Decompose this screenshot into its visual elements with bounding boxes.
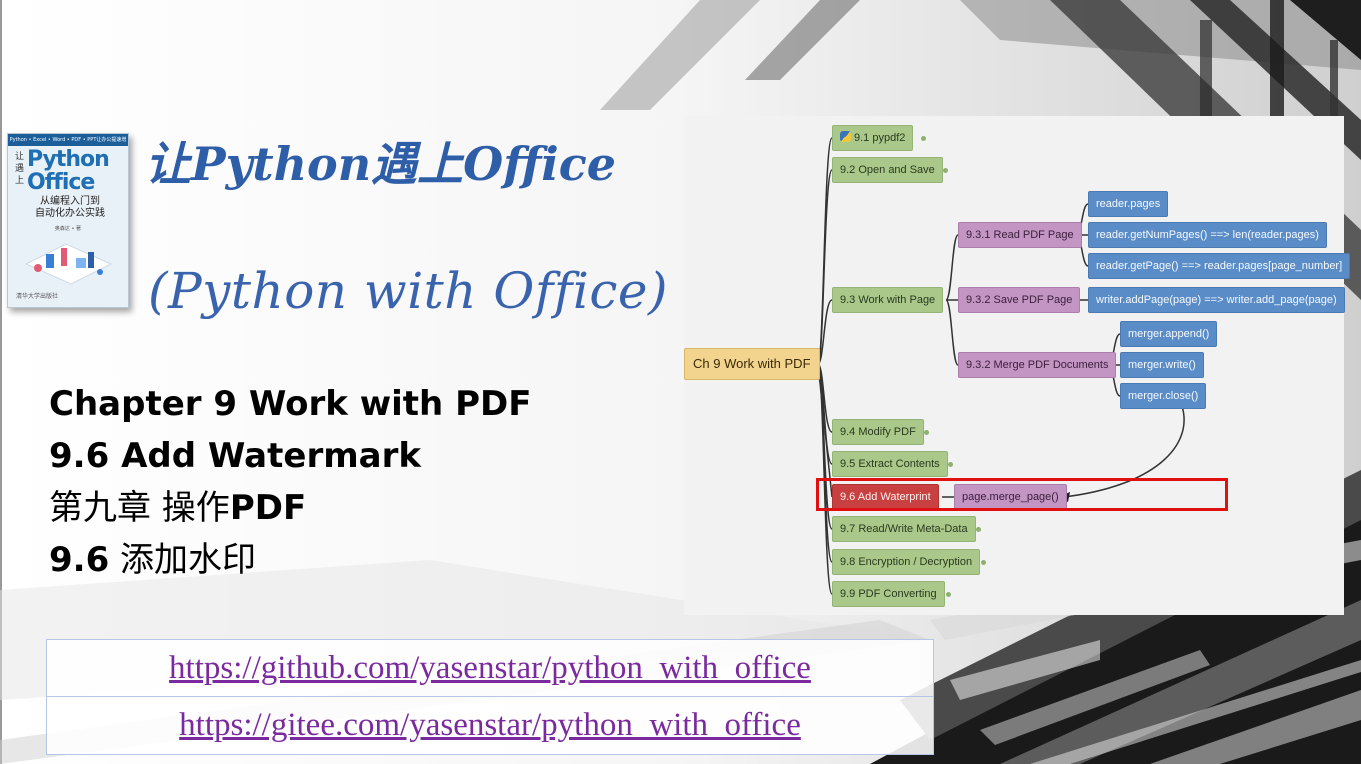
book-publisher: 清华大学出版社 bbox=[16, 293, 59, 300]
mindmap-node-9-8[interactable]: 9.8 Encryption / Decryption bbox=[832, 549, 981, 575]
mindmap-node-9-7[interactable]: 9.7 Read/Write Meta-Data bbox=[832, 516, 976, 542]
chapter-line-4: 9.6 添加水印 bbox=[49, 540, 531, 592]
mindmap-leaf-merger-append[interactable]: merger.append() bbox=[1120, 321, 1218, 347]
book-subtitle: 从编程入门到 自动化办公实践 bbox=[20, 196, 120, 220]
mindmap-node-9-4[interactable]: 9.4 Modify PDF bbox=[832, 419, 924, 445]
mindmap-node-9-3-2-save[interactable]: 9.3.2 Save PDF Page bbox=[958, 287, 1081, 313]
mindmap-node-9-9[interactable]: 9.9 PDF Converting bbox=[832, 581, 945, 607]
mindmap-node-9-1[interactable]: 9.1 pypdf2 bbox=[832, 125, 914, 151]
repository-links: https://github.com/yasenstar/python_with… bbox=[46, 639, 934, 755]
mindmap-node-9-3[interactable]: 9.3 Work with Page bbox=[832, 287, 944, 313]
mindmap-node-9-3-1[interactable]: 9.3.1 Read PDF Page bbox=[958, 222, 1082, 248]
python-logo-icon bbox=[840, 131, 851, 142]
mindmap-node-9-5[interactable]: 9.5 Extract Contents bbox=[832, 451, 948, 477]
chapter-text: Chapter 9 Work with PDF 9.6 Add Watermar… bbox=[49, 384, 531, 592]
mindmap-dot-9-2 bbox=[943, 168, 948, 173]
mindmap-leaf-reader-getpage[interactable]: reader.getPage() ==> reader.pages[page_n… bbox=[1088, 253, 1351, 279]
mindmap-dot-9-4 bbox=[924, 430, 929, 435]
mindmap-leaf-reader-getnumpages[interactable]: reader.getNumPages() ==> len(reader.page… bbox=[1088, 222, 1327, 248]
chapter-line-3-pdf: PDF bbox=[229, 488, 307, 528]
mindmap-dot-9-9 bbox=[946, 592, 951, 597]
mindmap-node-9-1-label: 9.1 pypdf2 bbox=[854, 132, 906, 144]
mindmap-node-9-2[interactable]: 9.2 Open and Save bbox=[832, 157, 943, 183]
book-author: 奥森达 • 著 bbox=[54, 226, 82, 232]
mindmap-leaf-reader-pages[interactable]: reader.pages bbox=[1088, 191, 1169, 217]
gitee-link[interactable]: https://gitee.com/yasenstar/python_with_… bbox=[46, 697, 934, 755]
chapter-line-2: 9.6 Add Watermark bbox=[49, 436, 421, 476]
book-rang-yu-shang: 让 遇 上 bbox=[15, 152, 25, 186]
book-subtitle-1: 从编程入门到 bbox=[40, 196, 100, 207]
mindmap-dot-9-7 bbox=[976, 527, 981, 532]
mindmap-root[interactable]: Ch 9 Work with PDF bbox=[684, 348, 820, 380]
mindmap-dot-9-1 bbox=[921, 136, 926, 141]
mindmap-leaf-writer-addpage[interactable]: writer.addPage(page) ==> writer.add_page… bbox=[1088, 287, 1345, 313]
mindmap-dot-9-8 bbox=[981, 560, 986, 565]
mindmap-dot-9-5 bbox=[948, 462, 953, 467]
mindmap-leaf-merger-close[interactable]: merger.close() bbox=[1120, 383, 1207, 409]
book-strip: Python • Excel • Word • PDF • PPT让办公提速增效 bbox=[8, 134, 128, 155]
highlight-box bbox=[816, 478, 1228, 511]
isometric-illustration-icon bbox=[24, 243, 113, 285]
chapter-line-3-cn: 第九章 操作 bbox=[49, 488, 230, 528]
mindmap-leaf-merger-write[interactable]: merger.write() bbox=[1120, 352, 1204, 378]
title-english: (Python with Office) bbox=[148, 262, 668, 320]
mindmap-node-9-3-2-merge[interactable]: 9.3.2 Merge PDF Documents bbox=[958, 352, 1117, 378]
github-link[interactable]: https://github.com/yasenstar/python_with… bbox=[46, 639, 934, 697]
title-chinese: 让Python遇上Office bbox=[145, 137, 617, 191]
mindmap-screenshot: Ch 9 Work with PDF 9.1 pypdf2 9.2 Open a… bbox=[684, 116, 1351, 615]
chapter-line-3: 第九章 操作PDF bbox=[49, 488, 531, 540]
chapter-line-4-cn: 添加水印 bbox=[120, 540, 257, 580]
book-cover: Python • Excel • Word • PDF • PPT让办公提速增效… bbox=[7, 133, 129, 308]
book-title-python: Python bbox=[27, 147, 110, 172]
book-subtitle-2: 自动化办公实践 bbox=[35, 208, 105, 219]
book-title-office: Office bbox=[27, 170, 95, 195]
chapter-line-1: Chapter 9 Work with PDF bbox=[49, 384, 532, 424]
chapter-line-4-num: 9.6 bbox=[49, 540, 110, 580]
